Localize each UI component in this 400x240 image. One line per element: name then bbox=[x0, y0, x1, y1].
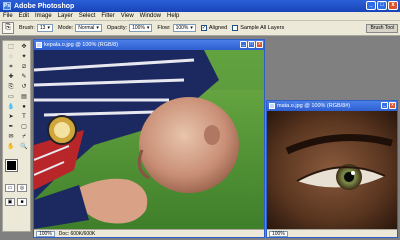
magic-wand-icon[interactable]: ✦ bbox=[18, 53, 30, 62]
opacity-field[interactable]: 100% bbox=[129, 24, 153, 32]
menu-image[interactable]: Image bbox=[35, 13, 52, 19]
type-icon[interactable]: T bbox=[18, 113, 30, 122]
document-title-2: mata.o.jpg @ 100% (RGB/8#) bbox=[277, 103, 351, 109]
mode-select[interactable]: Normal bbox=[75, 24, 102, 32]
notes-icon[interactable]: ✉ bbox=[5, 133, 17, 142]
document-icon bbox=[36, 42, 42, 48]
opacity-label: Opacity: bbox=[106, 25, 128, 31]
clone-stamp-icon[interactable]: ⎘ bbox=[2, 22, 14, 34]
dodge-icon[interactable]: ● bbox=[18, 103, 30, 112]
document-status-bar: 100% Doc: 600K/600K bbox=[34, 229, 264, 237]
slice-icon[interactable]: ⧄ bbox=[18, 63, 30, 72]
shape-icon[interactable]: ▢ bbox=[18, 123, 30, 132]
doc-minimize-button[interactable]: _ bbox=[240, 41, 247, 48]
zoom-field-2[interactable]: 100% bbox=[269, 230, 288, 237]
history-brush-icon[interactable]: ↺ bbox=[18, 83, 30, 92]
pen-icon[interactable]: ✒ bbox=[5, 123, 17, 132]
brush-icon[interactable]: ✎ bbox=[18, 73, 30, 82]
menu-select[interactable]: Select bbox=[79, 13, 96, 19]
foreground-color-swatch[interactable] bbox=[5, 159, 18, 172]
crop-icon[interactable]: ⌗ bbox=[5, 63, 17, 72]
move-icon[interactable]: ✥ bbox=[18, 43, 30, 52]
menu-filter[interactable]: Filter bbox=[101, 13, 114, 19]
menu-file[interactable]: File bbox=[3, 13, 13, 19]
photo-eye bbox=[267, 111, 397, 229]
menu-help[interactable]: Help bbox=[167, 13, 179, 19]
document-window-kepala[interactable]: kepala.o.jpg @ 100% (RGB/8) _ □ x 100% D… bbox=[33, 39, 265, 238]
brush-picker[interactable]: 13 bbox=[36, 24, 53, 32]
document-window-mata[interactable]: mata.o.jpg @ 100% (RGB/8#) _ x 100% bbox=[266, 100, 398, 238]
healing-brush-icon[interactable]: ✚ bbox=[5, 73, 17, 82]
eraser-icon[interactable]: ▭ bbox=[5, 93, 17, 102]
standard-mode-icon[interactable]: ▭ bbox=[5, 184, 15, 192]
doc-close-button[interactable]: x bbox=[256, 41, 263, 48]
brush-label: Brush: bbox=[19, 25, 35, 31]
fullscreen-mode-icon[interactable]: ■ bbox=[17, 198, 27, 206]
options-bar: ⎘ Brush: 13 Mode: Normal Opacity: 100% F… bbox=[0, 21, 400, 36]
aligned-label: Aligned bbox=[208, 25, 228, 31]
close-button[interactable]: x bbox=[388, 1, 398, 10]
document-canvas-2[interactable] bbox=[267, 111, 397, 229]
app-titlebar: Ps Adobe Photoshop _ □ x bbox=[0, 0, 400, 12]
lasso-icon[interactable]: ◌ bbox=[5, 53, 17, 62]
gradient-icon[interactable]: ▤ bbox=[18, 93, 30, 102]
minimize-button[interactable]: _ bbox=[366, 1, 376, 10]
menu-view[interactable]: View bbox=[121, 13, 134, 19]
hand-icon[interactable]: ✋ bbox=[5, 143, 17, 152]
document-status-bar-2: 100% bbox=[267, 229, 397, 237]
sample-all-layers-checkbox[interactable] bbox=[232, 25, 239, 31]
flow-field[interactable]: 100% bbox=[172, 24, 196, 32]
mode-label: Mode: bbox=[57, 25, 74, 31]
blur-icon[interactable]: 💧 bbox=[5, 103, 17, 112]
toolbox: ⬚ ✥ ◌ ✦ ⌗ ⧄ ✚ ✎ ⎘ ↺ ▭ ▤ 💧 ● ➤ T ✒ ▢ ✉ ⌿ … bbox=[2, 40, 31, 232]
flow-label: Flow: bbox=[157, 25, 171, 31]
brushes-palette-tab[interactable]: Brush Tool bbox=[366, 24, 398, 33]
photoshop-icon: Ps bbox=[3, 2, 11, 10]
path-select-icon[interactable]: ➤ bbox=[5, 113, 17, 122]
doc2-close-button[interactable]: x bbox=[389, 102, 396, 109]
document-canvas[interactable] bbox=[34, 50, 264, 229]
aligned-checkbox[interactable]: ✓ bbox=[200, 25, 207, 31]
doc-maximize-button[interactable]: □ bbox=[248, 41, 255, 48]
doc2-minimize-button[interactable]: _ bbox=[381, 102, 388, 109]
app-title: Adobe Photoshop bbox=[14, 2, 75, 10]
document-title: kepala.o.jpg @ 100% (RGB/8) bbox=[44, 42, 119, 48]
sample-all-layers-label: Sample All Layers bbox=[240, 25, 285, 31]
photo-player-head bbox=[34, 50, 264, 229]
menu-bar: File Edit Image Layer Select Filter View… bbox=[0, 12, 400, 21]
menu-layer[interactable]: Layer bbox=[58, 13, 73, 19]
color-swatches bbox=[3, 158, 30, 180]
document-title-bar-2[interactable]: mata.o.jpg @ 100% (RGB/8#) _ x bbox=[267, 101, 397, 111]
marquee-icon[interactable]: ⬚ bbox=[5, 43, 17, 52]
clone-stamp-tool-icon[interactable]: ⎘ bbox=[5, 83, 17, 92]
quick-mask-icon[interactable]: ◎ bbox=[17, 184, 27, 192]
screen-mode-icon[interactable]: ▣ bbox=[5, 198, 15, 206]
document-icon-2 bbox=[269, 103, 275, 109]
zoom-icon[interactable]: 🔍 bbox=[18, 143, 30, 152]
zoom-field[interactable]: 100% bbox=[36, 230, 55, 237]
maximize-button[interactable]: □ bbox=[377, 1, 387, 10]
menu-window[interactable]: Window bbox=[140, 13, 161, 19]
eyedropper-icon[interactable]: ⌿ bbox=[18, 133, 30, 142]
doc-size-info: Doc: 600K/600K bbox=[58, 230, 96, 237]
menu-edit[interactable]: Edit bbox=[19, 13, 29, 19]
document-title-bar[interactable]: kepala.o.jpg @ 100% (RGB/8) _ □ x bbox=[34, 40, 264, 50]
